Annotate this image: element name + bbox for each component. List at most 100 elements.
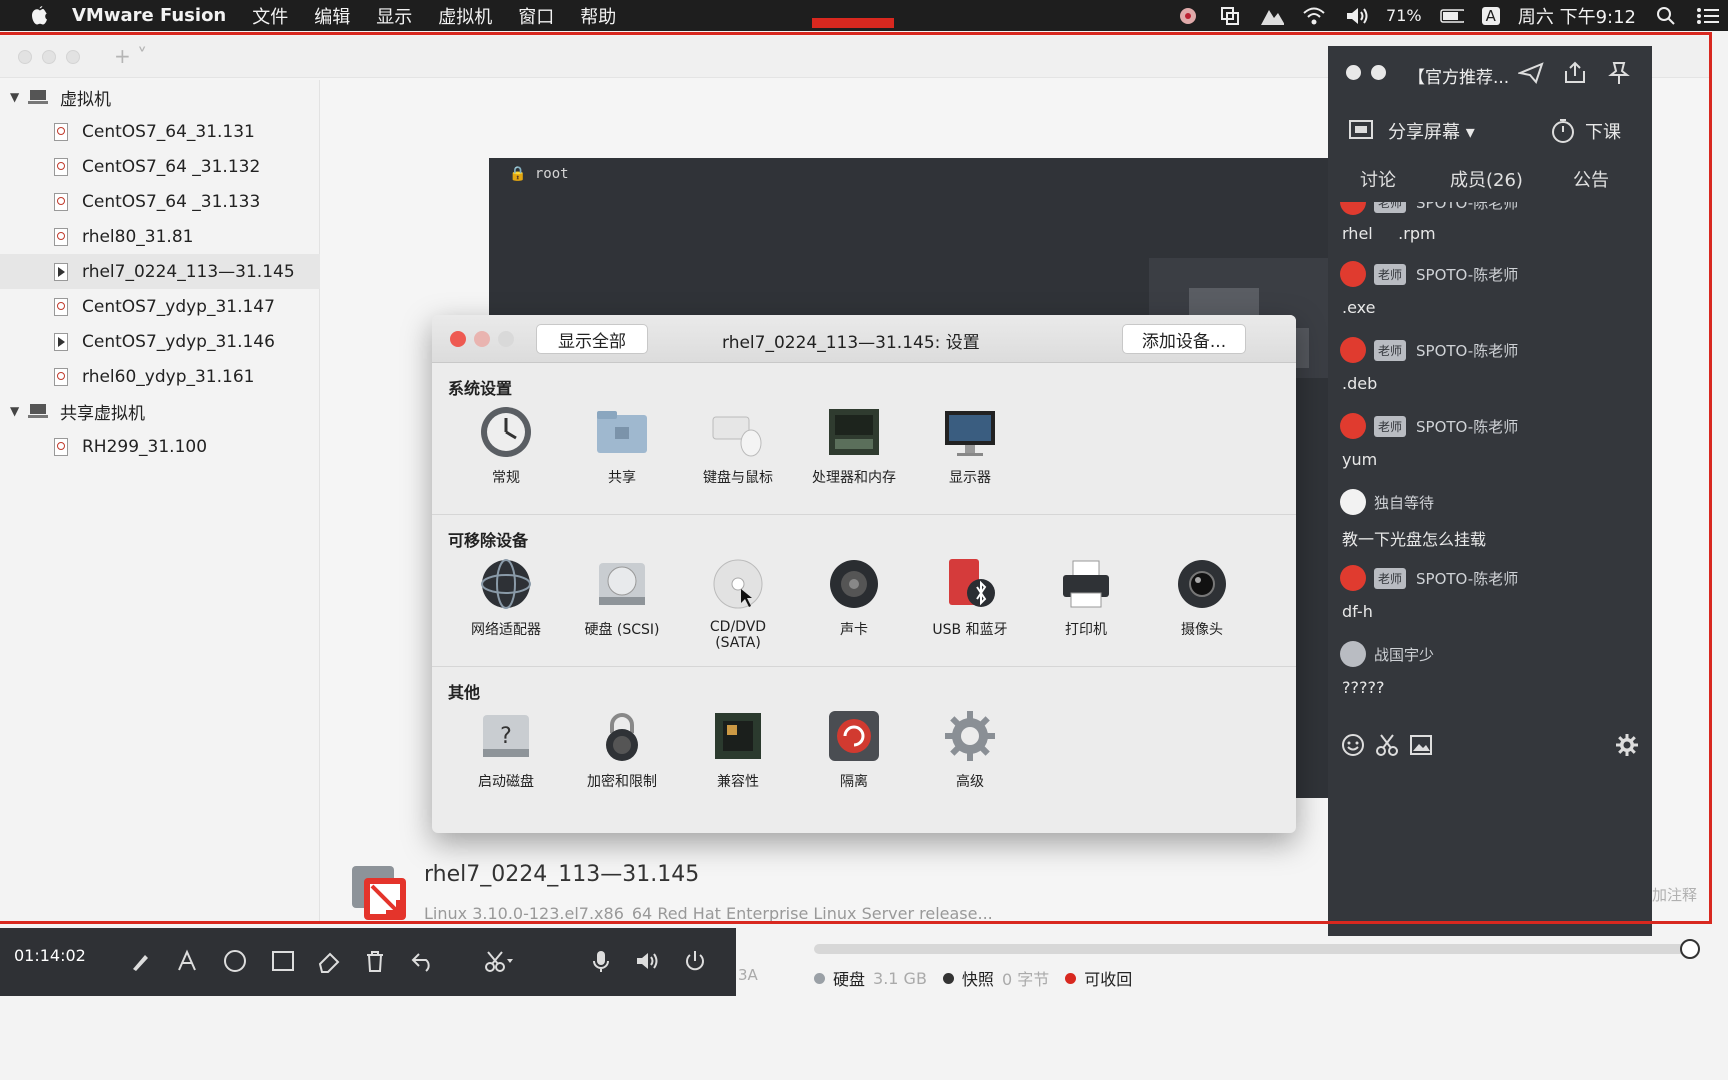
tab-members[interactable]: 成员(26) [1450,166,1523,192]
message-header: 老师 SPOTO-陈老师 [1340,564,1518,592]
setting-sharing[interactable]: 共享 [567,405,677,487]
minimize-button[interactable] [42,50,56,64]
share-out-icon[interactable] [1563,61,1587,89]
menu-edit[interactable]: 编辑 [314,3,350,29]
setting-isolation[interactable]: 隔离 [799,709,909,791]
setting-cd-dvd[interactable]: CD/DVD (SATA) [683,557,793,651]
rectangle-icon[interactable] [268,946,298,976]
notification-center-icon[interactable] [1696,4,1720,28]
circle-icon[interactable] [220,946,250,976]
legend-dot-snapshot [942,972,954,984]
setting-label: 兼容性 [717,774,759,790]
close-button[interactable] [450,331,466,347]
menu-file[interactable]: 文件 [252,3,288,29]
battery-icon[interactable] [1439,4,1464,28]
wifi-icon[interactable] [1302,4,1326,28]
share-screen-button[interactable]: 分享屏幕 ▾ [1388,118,1475,144]
volume-icon[interactable] [1344,4,1368,28]
add-device-button[interactable]: 添加设备... [1122,324,1246,354]
tab-announcement[interactable]: 公告 [1573,166,1609,192]
vm-running-icon [54,262,68,281]
flower-app-icon[interactable] [1176,4,1200,28]
setting-usb-bluetooth[interactable]: USB 和蓝牙 [915,557,1025,639]
vm-item[interactable]: CentOS7_64_31.131 [0,114,320,149]
text-icon[interactable] [172,946,202,976]
setting-processor-memory[interactable]: 处理器和内存 [799,405,909,487]
scissors-icon[interactable] [484,946,514,976]
vm-item[interactable]: CentOS7_64 _31.132 [0,149,320,184]
image-icon[interactable] [1408,732,1434,758]
eraser-icon[interactable] [314,946,344,976]
setting-sound-card[interactable]: 声卡 [799,557,909,639]
group-virtual-machines[interactable]: ▼ 虚拟机 [0,80,320,114]
message-header: 老师 SPOTO-陈老师 [1340,336,1518,364]
tab-discussion[interactable]: 讨论 [1360,166,1396,192]
group-shared-vms[interactable]: ▼ 共享虚拟机 [0,394,320,428]
timer-icon[interactable] [1550,118,1576,148]
vm-item[interactable]: CentOS7_64 _31.133 [0,184,320,219]
setting-general[interactable]: 常规 [451,405,561,487]
vm-item[interactable]: CentOS7_ydyp_31.146 [0,324,320,359]
minimize-button[interactable] [1371,65,1386,80]
screenshot-scissors-icon[interactable] [1374,732,1400,758]
vm-item[interactable]: rhel80_31.81 [0,219,320,254]
teacher-badge: 老师 [1374,202,1407,213]
setting-keyboard-mouse[interactable]: 键盘与鼠标 [683,405,793,487]
menubar-clock[interactable]: 周六 下午9:12 [1518,3,1636,29]
undo-icon[interactable] [408,946,438,976]
menu-view[interactable]: 显示 [376,3,412,29]
mountain-app-icon[interactable] [1260,4,1285,28]
power-icon[interactable] [680,946,710,976]
input-method-icon[interactable]: A [1481,6,1500,25]
message-text: .exe [1342,298,1376,317]
class-chat-panel: 【官方推荐... 分享屏幕 ▾ 下课 讨论 成员(26) 公告 老师 SPOTO… [1328,46,1652,936]
settings-gear-icon[interactable] [1614,732,1640,758]
screen-share-icon[interactable] [1348,118,1374,146]
menu-virtual-machine[interactable]: 虚拟机 [438,3,492,29]
emoji-icon[interactable] [1340,732,1366,758]
close-button[interactable] [1346,65,1361,80]
trash-icon[interactable] [360,946,390,976]
vm-item[interactable]: rhel60_ydyp_31.161 [0,359,320,394]
setting-network-adapter[interactable]: 网络适配器 [451,557,561,639]
sharing-folder-icon [595,405,649,459]
setting-display[interactable]: 显示器 [915,405,1025,487]
setting-compatibility[interactable]: 兼容性 [683,709,793,791]
refresh-icon[interactable] [1680,939,1700,959]
show-all-button[interactable]: 显示全部 [536,324,648,354]
speaker-icon[interactable] [632,946,662,976]
setting-label: 硬盘 (SCSI) [584,622,660,638]
window-switch-icon[interactable] [1218,4,1242,28]
menu-window[interactable]: 窗口 [518,3,554,29]
microphone-icon[interactable] [586,946,616,976]
section-title: 其他 [448,683,481,702]
pin-icon[interactable] [1608,61,1630,89]
app-name-menu[interactable]: VMware Fusion [72,5,226,26]
setting-camera[interactable]: 摄像头 [1147,557,1257,639]
apple-menu-icon[interactable] [26,3,52,29]
setting-encryption[interactable]: 加密和限制 [567,709,677,791]
setting-advanced[interactable]: 高级 [915,709,1025,791]
disclosure-triangle-icon[interactable]: ▼ [10,90,22,104]
zoom-button[interactable] [66,50,80,64]
add-vm-button[interactable]: + ˅ [114,44,147,68]
setting-startup-disk[interactable]: ? 启动磁盘 [451,709,561,791]
end-class-button[interactable]: 下课 [1585,118,1621,144]
vm-off-icon [54,297,68,316]
setting-hard-disk[interactable]: 硬盘 (SCSI) [567,557,677,639]
teacher-badge: 老师 [1374,567,1407,589]
menu-help[interactable]: 帮助 [580,3,616,29]
add-notes-link[interactable]: 加注释 [1652,884,1697,905]
send-icon[interactable] [1516,61,1544,89]
vm-item-selected[interactable]: rhel7_0224_113—31.145 [0,254,320,289]
pen-icon[interactable] [126,946,156,976]
zoom-button[interactable] [498,331,514,347]
close-button[interactable] [18,50,32,64]
spotlight-search-icon[interactable] [1654,4,1678,28]
section-other: 其他 ? 启动磁盘 加密和限制 兼容性 隔离 高级 [432,667,1296,833]
disclosure-triangle-icon[interactable]: ▼ [10,404,22,418]
setting-printer[interactable]: 打印机 [1031,557,1141,639]
vm-item[interactable]: CentOS7_ydyp_31.147 [0,289,320,324]
shared-vm-item[interactable]: RH299_31.100 [0,429,320,464]
minimize-button[interactable] [474,331,490,347]
